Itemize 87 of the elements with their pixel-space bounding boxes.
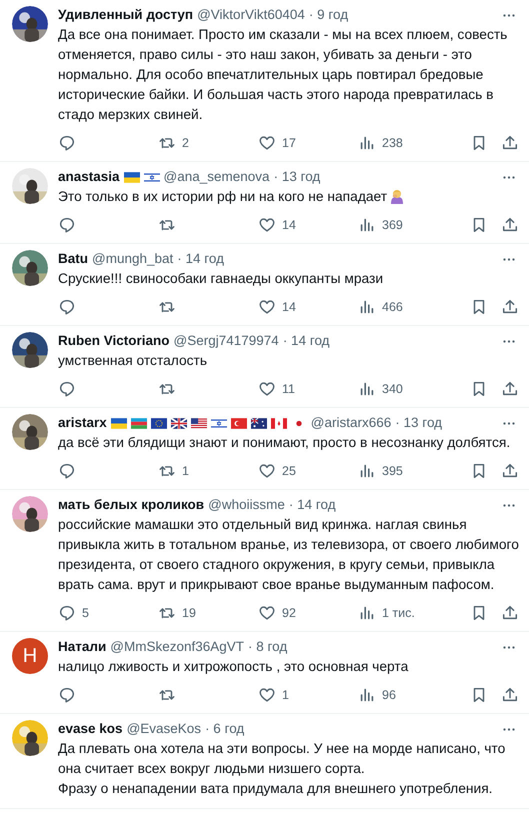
author-handle[interactable]: @mungh_bat	[92, 250, 174, 268]
more-icon[interactable]	[503, 176, 515, 178]
more-icon[interactable]	[503, 646, 515, 648]
author-name[interactable]: Удивленный доступ	[58, 6, 194, 24]
author-handle[interactable]: @whoiissme	[208, 496, 285, 514]
reply-icon[interactable]	[58, 462, 76, 480]
author-name[interactable]: мать белых кроликов	[58, 496, 204, 514]
post-text: да всё эти блядищи знают и понимают, просто в несознанку долбятся.	[58, 435, 510, 450]
heart-icon[interactable]	[258, 462, 276, 480]
view-count: 395	[382, 464, 403, 478]
reply-icon[interactable]	[58, 216, 76, 234]
view-count: 340	[382, 382, 403, 396]
views-icon[interactable]	[358, 298, 376, 316]
like-count: 14	[282, 218, 296, 232]
reply-icon[interactable]	[58, 686, 76, 704]
view-count: 96	[382, 688, 396, 702]
share-icon[interactable]	[501, 686, 519, 704]
like-count: 14	[282, 300, 296, 314]
reply-count: 5	[82, 606, 89, 620]
more-icon[interactable]	[503, 728, 515, 730]
more-icon[interactable]	[503, 14, 515, 16]
author-handle[interactable]: @EvaseKos	[126, 720, 202, 738]
like-count: 11	[282, 382, 295, 396]
heart-icon[interactable]	[258, 380, 276, 398]
like-count: 17	[282, 136, 296, 150]
like-count: 1	[282, 688, 289, 702]
author-name[interactable]: anastasia	[58, 168, 120, 186]
views-icon[interactable]	[358, 134, 376, 152]
reply-icon[interactable]	[58, 380, 76, 398]
author-name[interactable]: Batu	[58, 250, 88, 268]
author-handle[interactable]: @Sergj74179974	[174, 332, 279, 350]
like-count: 25	[282, 464, 296, 478]
view-count: 369	[382, 218, 403, 232]
author-handle[interactable]: @MmSkezonf36AgVT	[110, 638, 244, 656]
repost-count: 19	[182, 606, 196, 620]
heart-icon[interactable]	[258, 298, 276, 316]
post-text: налицо лживость и хитрожопость , это основная черта	[58, 659, 408, 674]
reply-icon[interactable]	[58, 298, 76, 316]
author-name[interactable]: aristarx	[58, 414, 107, 432]
more-icon[interactable]	[503, 340, 515, 342]
share-icon[interactable]	[501, 134, 519, 152]
heart-icon[interactable]	[258, 686, 276, 704]
share-icon[interactable]	[501, 216, 519, 234]
views-icon[interactable]	[358, 216, 376, 234]
post-time[interactable]: · 14 год	[282, 332, 330, 350]
author-handle[interactable]: @ana_semenova	[164, 168, 270, 186]
more-icon[interactable]	[503, 258, 515, 260]
heart-icon[interactable]	[258, 134, 276, 152]
avatar: Н	[12, 638, 48, 674]
more-icon[interactable]	[503, 504, 515, 506]
author-name[interactable]: Ruben Victoriano	[58, 332, 170, 350]
repost-count: 2	[182, 136, 189, 150]
post-time[interactable]: · 13 год	[274, 168, 320, 186]
post-time[interactable]: · 13 год	[395, 414, 442, 432]
views-icon[interactable]	[358, 604, 376, 622]
reply-icon[interactable]	[58, 604, 76, 622]
author-name[interactable]: Натали	[58, 638, 106, 656]
like-count: 92	[282, 606, 296, 620]
author-name[interactable]: evase kos	[58, 720, 123, 738]
heart-icon[interactable]	[258, 216, 276, 234]
share-icon[interactable]	[501, 380, 519, 398]
post-text: умственная отсталость	[58, 353, 208, 368]
post-text: Сруские!!! свиноcобаки гавнаеды оккупанты мрази	[58, 271, 384, 286]
post-text: российские мамашки это отдельный вид кринжа. наглая свинья привыкла жить в тотальном вранье, из телевизора, от своего любимого президента, от своего стадного окружения, в кругу семьи, привыкла врать сама. врут и прикрывают свое вранье выдуманным пафосом.	[58, 517, 519, 592]
view-count: 238	[382, 136, 403, 150]
heart-icon[interactable]	[258, 604, 276, 622]
views-icon[interactable]	[358, 686, 376, 704]
post-time[interactable]: · 6 год	[205, 720, 244, 738]
post-time[interactable]: · 8 год	[248, 638, 288, 656]
view-count: 466	[382, 300, 403, 314]
repost-count: 1	[182, 464, 189, 478]
post-time[interactable]: · 14 год	[177, 250, 224, 268]
post-text: Да все она понимает. Просто им сказали - мы на всех плюем, совесть отменяется, право силы - это наш закон, убивать за деньги - это нормально. Для особо впечатлительных царь повтирал бредовые исторические байки. И большая часть этого народа превратилась в стадо мерзких свиней.	[58, 27, 508, 122]
post-text: Это только в их истории рф ни на кого не нападает	[58, 189, 388, 204]
author-handle[interactable]: @ViktorVikt60404	[197, 6, 305, 24]
author-handle[interactable]: @aristarx666	[310, 414, 392, 432]
views-icon[interactable]	[358, 462, 376, 480]
post-time[interactable]: · 9 год	[308, 6, 348, 24]
views-icon[interactable]	[358, 380, 376, 398]
more-icon[interactable]	[503, 422, 515, 424]
view-count: 1 тис.	[382, 606, 415, 620]
post-time[interactable]: · 14 год	[288, 496, 336, 514]
share-icon[interactable]	[501, 298, 519, 316]
post-text: Да плевать она хотела на эти вопросы. У нее на морде написано, что она считает всех вокруг людьми низшего сорта. Фразу о ненападении вата придумала для внешнего употребления.	[58, 741, 506, 796]
reply-icon[interactable]	[58, 134, 76, 152]
share-icon[interactable]	[501, 604, 519, 622]
share-icon[interactable]	[501, 462, 519, 480]
